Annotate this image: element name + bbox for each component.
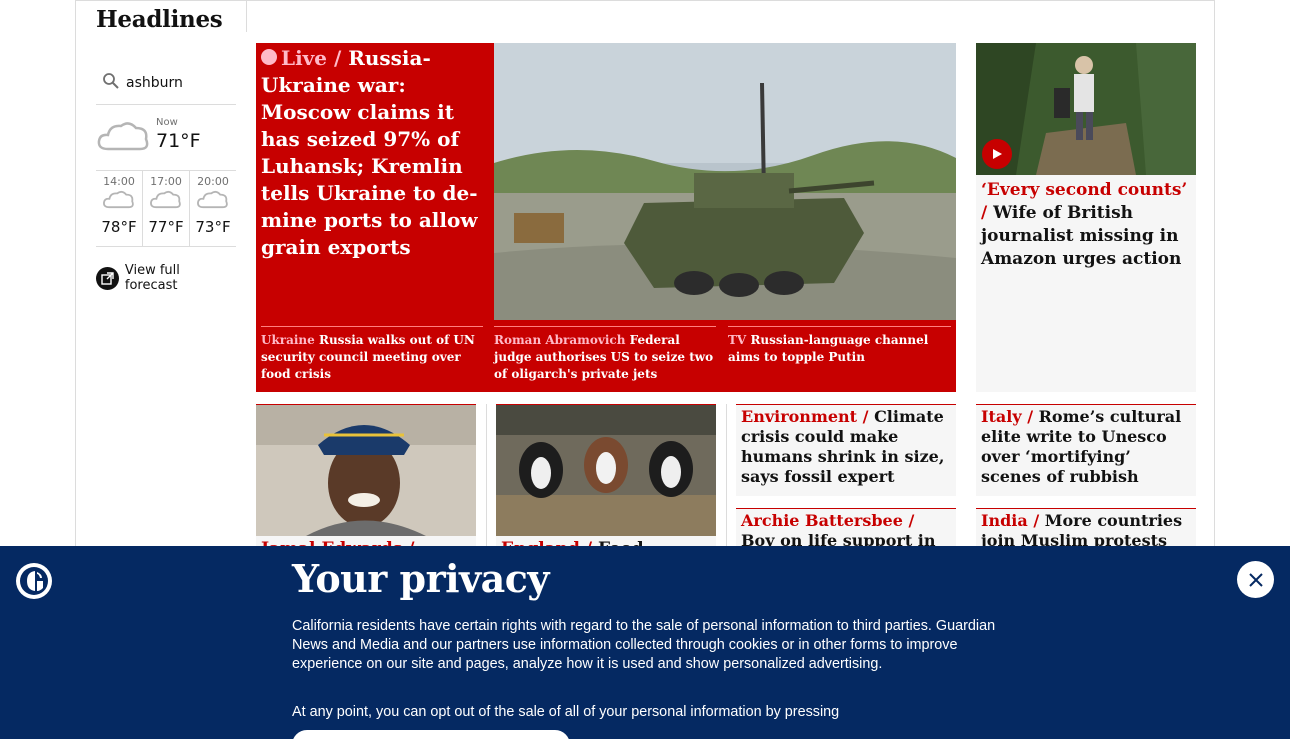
forecast-temp: 78°F — [101, 218, 137, 236]
cloud-icon — [149, 190, 183, 216]
india-kicker: India / — [981, 511, 1040, 530]
forecast-temp: 73°F — [195, 218, 231, 236]
environment-kicker: Environment / — [741, 407, 869, 426]
amazon-story-text[interactable]: Wife of British journalist missing in Am… — [981, 203, 1181, 269]
sub-headline[interactable]: TV Russian-language channel aims to topp… — [728, 326, 951, 366]
archie-kicker: Archie Battersbee / — [741, 511, 915, 530]
forecast-time: 20:00 — [197, 175, 229, 188]
forecast-time: 14:00 — [103, 175, 135, 188]
guardian-logo-icon — [16, 563, 52, 599]
lead-subheadlines: Ukraine Russia walks out of UN security … — [261, 326, 951, 388]
lead-headline[interactable]: Live / Russia-Ukraine war: Moscow claims… — [261, 45, 486, 261]
lead-photo[interactable] — [494, 43, 956, 320]
forecast-item: 17:00 77°F — [142, 171, 189, 246]
close-icon[interactable] — [1237, 561, 1274, 598]
weather-widget: ashburn Now 71°F 14:00 78°F 17:00 77°F 2… — [96, 66, 236, 293]
jamal-edwards-card[interactable]: Jamal Edwards / — [256, 404, 476, 560]
privacy-title: Your privacy — [292, 556, 550, 601]
view-full-forecast-link[interactable]: View full forecast — [96, 263, 236, 293]
forecast-time: 17:00 — [150, 175, 182, 188]
lead-kicker: Live / — [281, 46, 342, 70]
italy-card[interactable]: Italy / Rome’s cultural elite write to U… — [976, 404, 1196, 496]
environment-headline[interactable]: Environment / Climate crisis could make … — [741, 407, 951, 487]
privacy-banner: Your privacy California residents have c… — [0, 546, 1290, 739]
play-icon[interactable] — [982, 139, 1012, 169]
privacy-text: California residents have certain rights… — [292, 618, 996, 672]
sub-kicker: Ukraine — [261, 333, 315, 347]
section-title: Headlines — [96, 6, 223, 33]
live-dot-icon — [261, 49, 277, 65]
location-search[interactable]: ashburn — [96, 66, 236, 105]
amazon-story-headline[interactable]: ‘Every second counts’ / Wife of British … — [976, 175, 1196, 271]
forecast-row: 14:00 78°F 17:00 77°F 20:00 73°F — [96, 170, 236, 247]
cloud-icon — [196, 190, 230, 216]
lead-story[interactable]: Live / Russia-Ukraine war: Moscow claims… — [256, 43, 956, 392]
forecast-item: 20:00 73°F — [189, 171, 236, 246]
sub-headline[interactable]: Ukraine Russia walks out of UN security … — [261, 326, 483, 383]
lead-headline-text[interactable]: Russia-Ukraine war: Moscow claims it has… — [261, 46, 478, 259]
italy-headline[interactable]: Italy / Rome’s cultural elite write to U… — [981, 407, 1191, 487]
forecast-temp: 77°F — [148, 218, 184, 236]
header-divider — [246, 0, 247, 32]
view-full-forecast-label[interactable]: View full forecast — [125, 263, 236, 293]
forecast-item: 14:00 78°F — [96, 171, 142, 246]
do-not-sell-button[interactable]: Do not sell my personal information — [292, 730, 570, 739]
sub-headline[interactable]: Roman Abramovich Federal judge authorise… — [494, 326, 716, 383]
sub-text[interactable]: Russian-language channel aims to topple … — [728, 333, 928, 364]
external-link-icon — [96, 266, 119, 290]
amazon-story-photo[interactable] — [976, 43, 1196, 175]
italy-kicker: Italy / — [981, 407, 1034, 426]
cows-photo[interactable] — [496, 405, 716, 536]
environment-card[interactable]: Environment / Climate crisis could make … — [736, 404, 956, 496]
now-label: Now — [156, 117, 178, 128]
england-food-card[interactable]: England / Food — [496, 404, 716, 560]
amazon-story-card[interactable]: ‘Every second counts’ / Wife of British … — [976, 43, 1196, 392]
current-weather: Now 71°F — [96, 105, 236, 171]
sub-kicker: TV — [728, 333, 747, 347]
search-icon — [102, 72, 120, 94]
now-temp: 71°F — [156, 130, 201, 152]
jamal-edwards-photo[interactable] — [256, 405, 476, 536]
location-name[interactable]: ashburn — [126, 75, 183, 91]
cloud-icon — [102, 190, 136, 216]
privacy-opt-out-text: At any point, you can opt out of the sal… — [292, 704, 840, 720]
cloud-icon — [96, 117, 152, 161]
sub-kicker: Roman Abramovich — [494, 333, 626, 347]
